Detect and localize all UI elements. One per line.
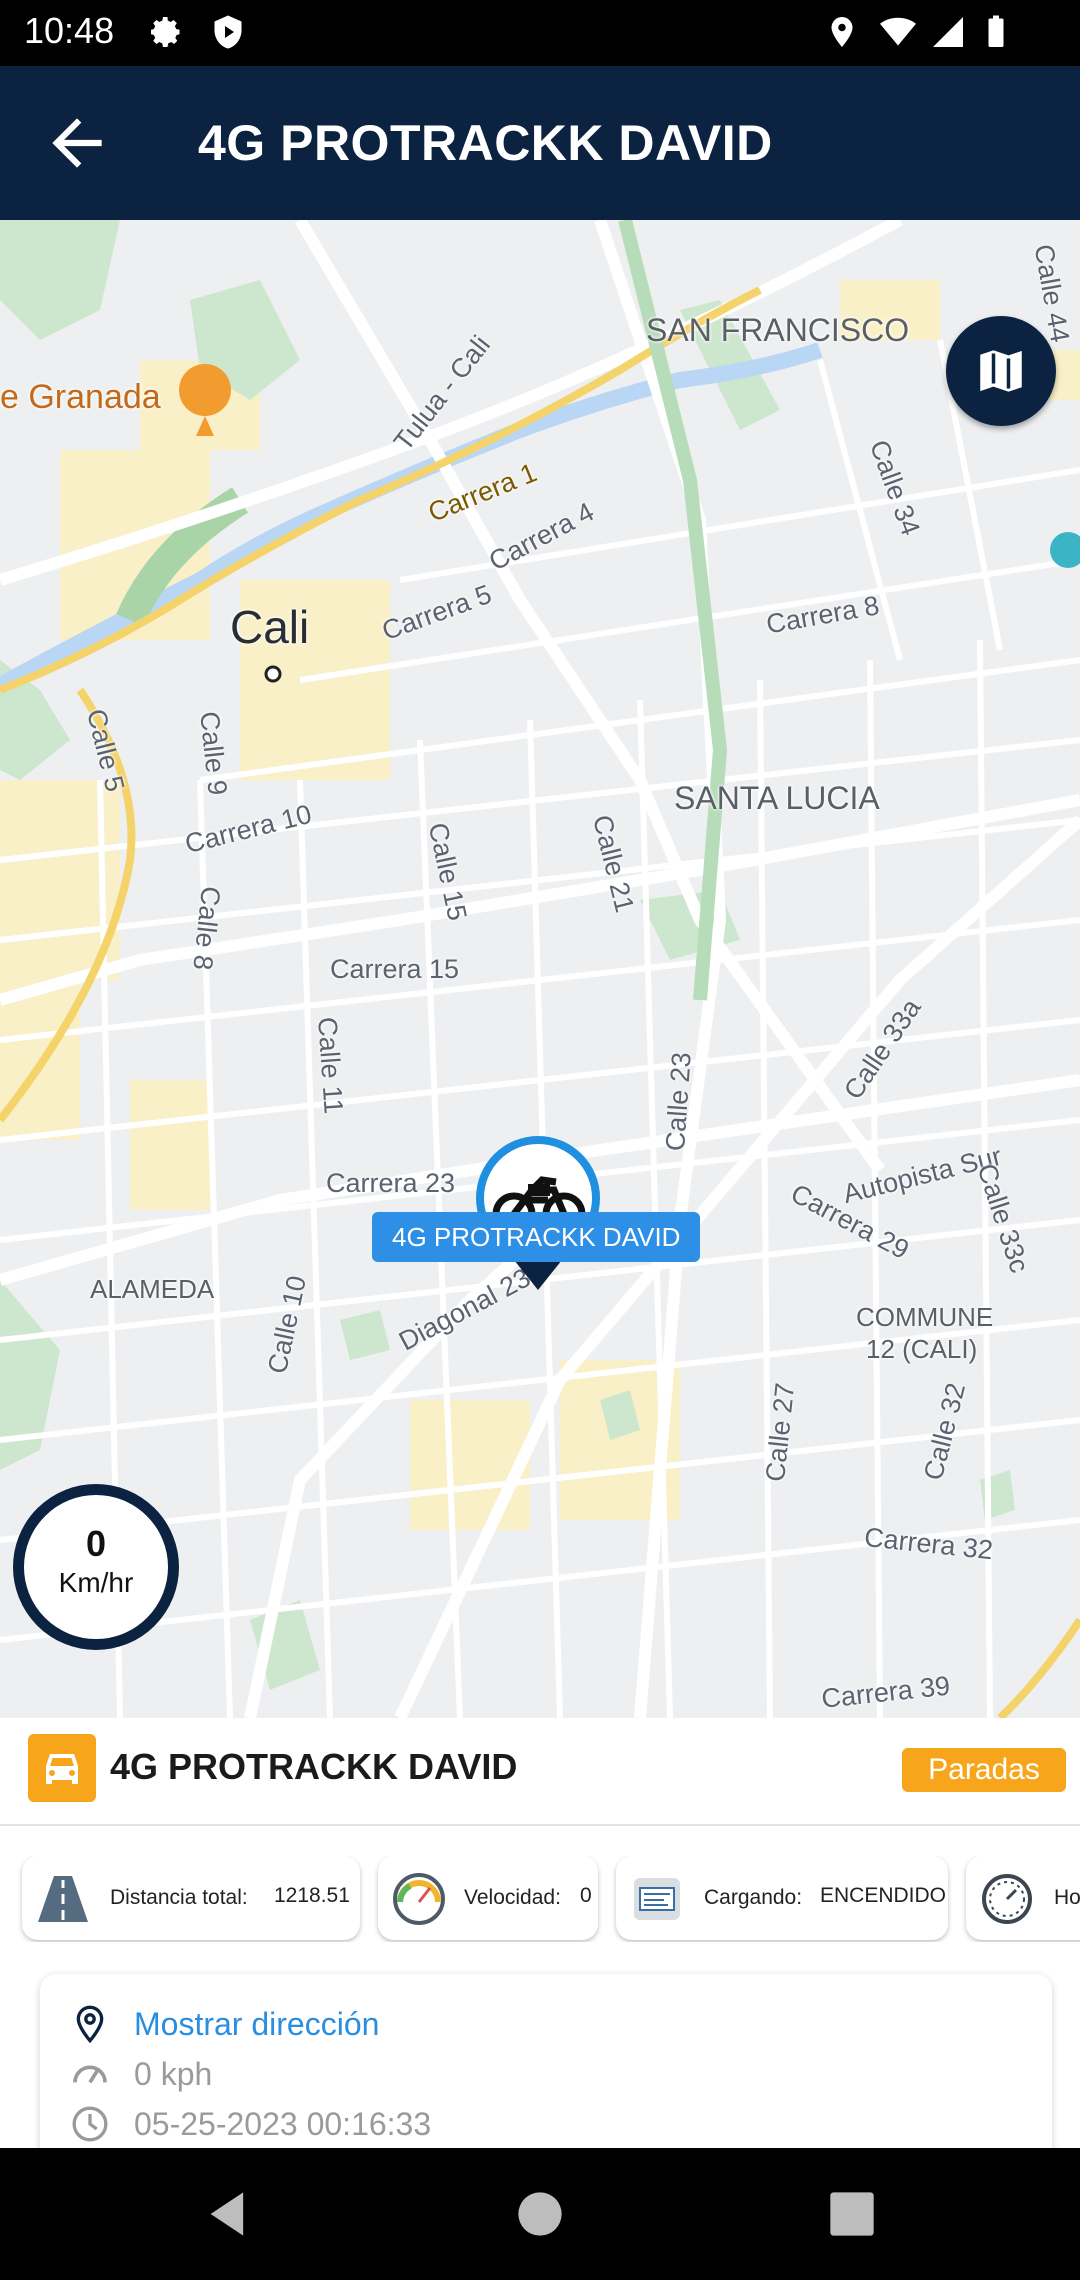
battery-icon [988,15,1004,47]
datetime-text: 05-25-2023 00:16:33 [134,2106,432,2142]
vehicle-name: 4G PROTRACKK DAVID [110,1746,518,1787]
clock-gauge-icon [982,1874,1032,1924]
map-label: Cali [230,601,310,653]
ignition-icon [634,1878,680,1920]
chip-speed[interactable]: Velocidad: 0 [378,1856,598,1940]
signal-icon [933,17,963,47]
vehicle-map-label[interactable]: 4G PROTRACKK DAVID [372,1212,701,1262]
wifi-icon [880,17,916,46]
map-label: ALAMEDA [90,1274,215,1304]
chip-label: Cargando: [704,1886,803,1909]
vehicle-detail-panel: 4G PROTRACKK DAVID Paradas Distancia tot… [0,1718,1080,2174]
clock-icon [72,2106,108,2142]
map-icon [976,346,1026,396]
show-address-link[interactable]: Mostrar dirección [134,2006,379,2043]
map-view[interactable]: e Granada SAN FRANCISCO Calle 44 Tulua -… [0,220,1080,1718]
recents-square-icon[interactable] [826,2188,878,2240]
map-label: SAN FRANCISCO [646,312,910,348]
map-label: Carrera 15 [330,954,460,984]
car-icon [28,1734,96,1802]
map-tiles [0,220,1080,1718]
speed-unit: Km/hr [58,1567,134,1598]
system-nav-bar [0,2148,1080,2280]
page-title: 4G PROTRACKK DAVID [198,115,773,171]
chip-ignition[interactable]: Cargando: ENCENDIDO [616,1856,948,1940]
location-icon [831,17,853,47]
app-screen: 10:48 4G PROTRACKK DAVID e Granada SAN F… [0,0,1080,2280]
back-triangle-icon[interactable] [202,2188,254,2240]
info-card: Mostrar dirección 0 kph 05-25-2023 00:16… [40,1974,1052,2174]
map-layers-button[interactable] [946,316,1056,426]
status-bar: 10:48 [0,0,1080,66]
chip-label: Velocidad: [464,1886,561,1909]
map-label: COMMUNE [856,1302,994,1332]
chip-label: Distancia total: [110,1886,248,1909]
location-pin-icon [76,2005,104,2044]
map-label: SANTA LUCIA [674,780,880,816]
map-label: 12 (CALI) [866,1334,978,1364]
chip-value: 0 [580,1884,592,1907]
chip-hours[interactable]: Ho [966,1856,1080,1940]
shield-play-icon [214,15,242,49]
chip-label: Ho [1054,1886,1080,1909]
speed-text: 0 kph [134,2056,213,2092]
map-label: Carrera 23 [326,1168,456,1198]
status-time: 10:48 [24,10,115,51]
divider [0,1824,1080,1826]
road-icon [38,1876,88,1922]
gear-icon [151,17,180,47]
back-arrow-button[interactable] [40,106,114,180]
speed-gauge: 0 Km/hr [13,1484,179,1650]
map-label: e Granada [0,378,161,416]
home-circle-icon[interactable] [514,2188,566,2240]
chip-value: 1218.51 [274,1884,350,1907]
chip-distance[interactable]: Distancia total: 1218.51 [22,1856,360,1940]
stats-chips[interactable]: Distancia total: 1218.51 Velocidad: 0 Ca… [0,1856,1080,1942]
speed-value: 0 [85,1523,107,1564]
paradas-button[interactable]: Paradas [902,1748,1066,1792]
chip-value: ENCENDIDO [820,1884,947,1907]
app-bar: 4G PROTRACKK DAVID [0,66,1080,220]
speedometer-icon [393,1873,445,1925]
speedometer-icon [73,2065,107,2084]
